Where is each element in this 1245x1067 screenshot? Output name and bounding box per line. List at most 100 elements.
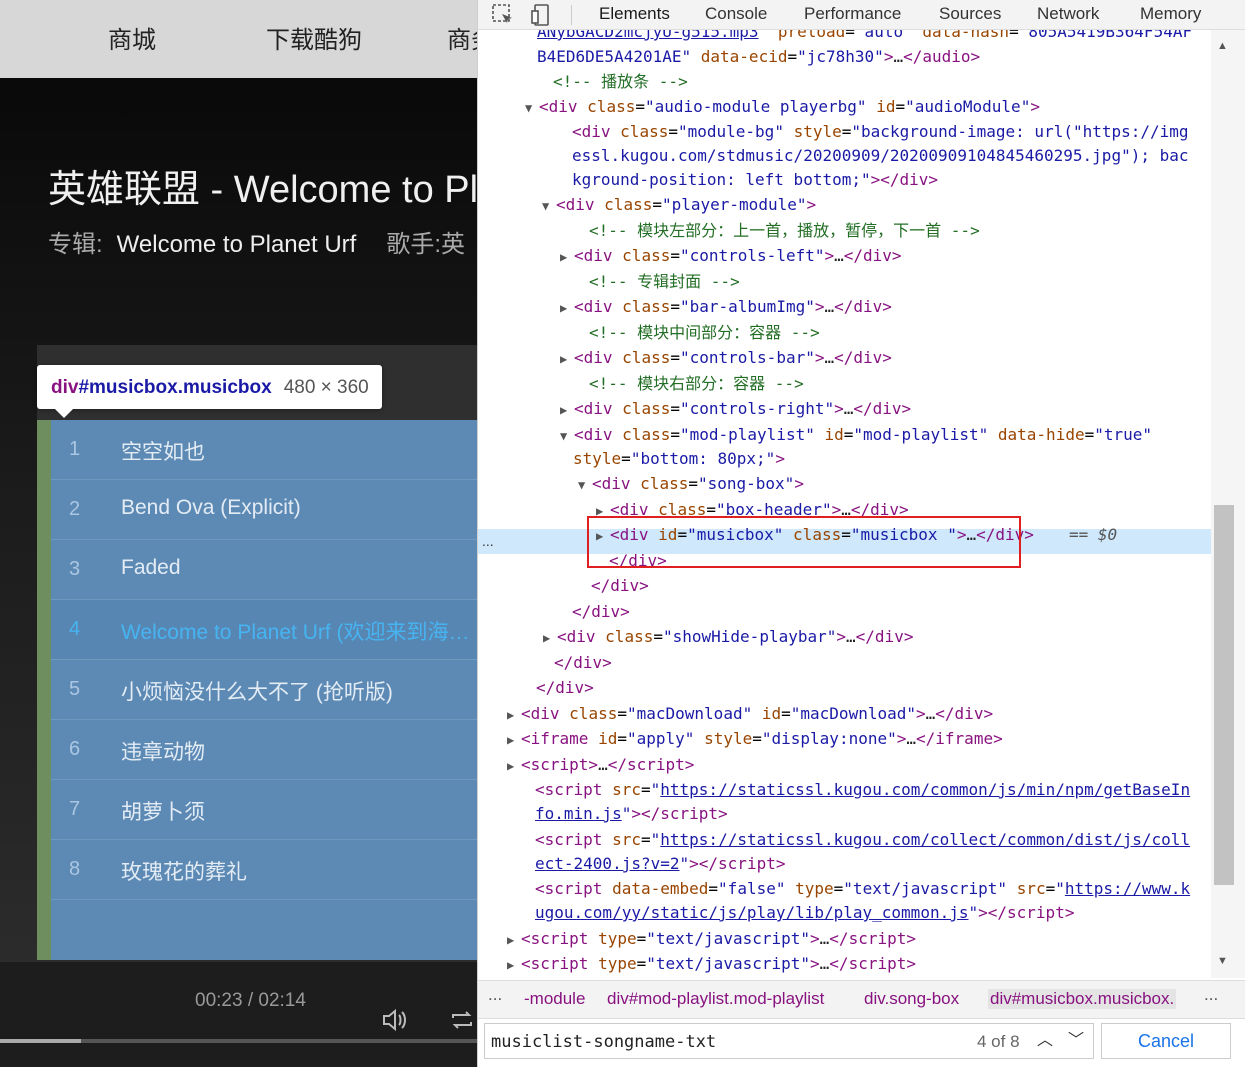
nav-item-download[interactable]: 下载酷狗	[266, 20, 362, 55]
album-value[interactable]: Welcome to Planet Urf	[117, 231, 357, 258]
playlist-row-songname[interactable]: 玫瑰花的葬礼	[121, 856, 473, 886]
volume-icon[interactable]	[380, 1006, 408, 1034]
dom-tree-scrollbar[interactable]: ▲ ▼	[1211, 30, 1245, 978]
playlist-row[interactable]: 3 Faded	[51, 540, 477, 600]
breadcrumb-item[interactable]: -module	[524, 989, 585, 1009]
playlist-row-songname[interactable]: Welcome to Planet Urf (欢迎来到海牛...	[121, 616, 473, 646]
collapse-arrow-icon[interactable]: ▼	[560, 424, 574, 449]
dom-node-line[interactable]: <!-- 模块中间部分：容器 -->	[589, 320, 820, 345]
dom-node-line[interactable]: </div>	[572, 599, 630, 624]
playlist-row-songname[interactable]: 小烦恼没什么大不了 (抢听版)	[121, 676, 473, 706]
dom-node-line[interactable]: kground-position: left bottom;"></div>	[572, 167, 938, 192]
dom-node-line[interactable]: <div class="module-bg" style="background…	[572, 119, 1189, 144]
breadcrumb-item-current[interactable]: div#musicbox.musicbox.	[988, 989, 1177, 1009]
next-match-icon[interactable]: ﹀	[1061, 1025, 1091, 1057]
playlist-row[interactable]: 4 Welcome to Planet Urf (欢迎来到海牛...	[51, 600, 477, 660]
dom-node-line-expandable[interactable]: ▼ <div class="song-box">	[578, 471, 804, 496]
breadcrumb-item[interactable]: div.song-box	[864, 989, 959, 1009]
breadcrumb-more-right[interactable]: ...	[1204, 985, 1218, 1005]
tab-sources[interactable]: Sources	[939, 4, 1001, 24]
playlist-row-songname[interactable]: 胡萝卜须	[121, 796, 473, 826]
nav-item-business[interactable]: 商务	[447, 20, 477, 55]
inspect-element-icon[interactable]	[491, 3, 515, 27]
dom-node-line[interactable]: <script src="https://staticssl.kugou.com…	[535, 827, 1190, 852]
dom-node-line[interactable]: </div>	[591, 573, 649, 598]
dom-node-line[interactable]: <script src="https://staticssl.kugou.com…	[535, 777, 1190, 802]
expand-arrow-icon[interactable]: ▶	[560, 296, 574, 321]
dom-node-line-expandable[interactable]: ▶ <div class="controls-left">…</div>	[560, 243, 902, 268]
dom-node-line-expandable[interactable]: ▶ <iframe id="apply" style="display:none"…	[507, 726, 1003, 751]
prev-match-icon[interactable]: ︿	[1030, 1025, 1060, 1057]
dom-node-line[interactable]: </div>	[536, 675, 594, 700]
dom-node-line[interactable]: <!-- 播放条 -->	[553, 69, 688, 94]
playlist-row[interactable]: 7 胡萝卜须	[51, 780, 477, 840]
playlist-row[interactable]: 1 空空如也	[51, 420, 477, 480]
dom-node-line[interactable]: fo.min.js"></script>	[535, 801, 728, 826]
find-input[interactable]	[491, 1030, 931, 1054]
expand-arrow-icon[interactable]: ▶	[507, 928, 521, 953]
playlist-row[interactable]: 5 小烦恼没什么大不了 (抢听版)	[51, 660, 477, 720]
dom-node-line-expandable[interactable]: ▶ <script type="text/javascript">…</scrip…	[507, 951, 916, 976]
scroll-up-arrow-icon[interactable]: ▲	[1217, 40, 1228, 52]
find-box: 4 of 8 ︿ ﹀	[484, 1023, 1094, 1059]
progress-bar[interactable]	[0, 1039, 477, 1043]
dom-node-line[interactable]: <script data-embed="false" type="text/ja…	[535, 876, 1190, 901]
playlist-row[interactable]: 8 玫瑰花的葬礼	[51, 840, 477, 900]
tab-network[interactable]: Network	[1037, 4, 1099, 24]
dom-node-line[interactable]: ugou.com/yy/static/js/play/lib/play_comm…	[535, 900, 1074, 925]
expand-arrow-icon[interactable]: ▶	[507, 953, 521, 978]
playlist-row-number: 4	[69, 618, 81, 640]
dom-node-line[interactable]: style="bottom: 80px;">	[573, 446, 785, 471]
tab-elements[interactable]: Elements	[599, 4, 670, 24]
tooltip-size: 480 × 360	[283, 377, 369, 398]
dom-node-line[interactable]: ANybGACD2mcjyU-g515.mp3" preload="auto" …	[537, 30, 1192, 44]
playlist-row-songname[interactable]: Bend Ova (Explicit)	[121, 496, 473, 520]
repeat-icon[interactable]	[448, 1006, 476, 1034]
expand-arrow-icon[interactable]: ▶	[560, 245, 574, 270]
playlist-row[interactable]: 2 Bend Ova (Explicit)	[51, 480, 477, 540]
dom-node-line[interactable]: </div>	[554, 650, 612, 675]
nav-item-mall[interactable]: 商城	[108, 20, 156, 55]
musicbox: 1 空空如也 2 Bend Ova (Explicit) 3 Faded 4 Welcome …	[37, 420, 477, 960]
scroll-thumb[interactable]	[1214, 505, 1234, 885]
tab-console[interactable]: Console	[705, 4, 767, 24]
dom-node-line-expandable[interactable]: ▶ <script type="text/javascript">…</scrip…	[507, 926, 916, 951]
tab-performance[interactable]: Performance	[804, 4, 901, 24]
expand-arrow-icon[interactable]: ▶	[507, 703, 521, 728]
dom-node-line-expandable[interactable]: ▶ <script>…</script>	[507, 752, 694, 777]
playlist-row-songname[interactable]: Faded	[121, 556, 473, 580]
dom-node-line-expandable[interactable]: ▶ <div class="showHide-playbar">…</div>	[543, 624, 913, 649]
breadcrumb-more-left[interactable]: ...	[488, 985, 502, 1005]
expand-arrow-icon[interactable]: ▶	[507, 754, 521, 779]
expand-arrow-icon[interactable]: ▶	[543, 626, 557, 651]
cancel-button[interactable]: Cancel	[1101, 1023, 1231, 1059]
dom-node-line-expandable[interactable]: ▶ <div class="controls-right">…</div>	[560, 396, 911, 421]
dom-node-line-expandable[interactable]: ▼ <div class="audio-module playerbg" id="…	[525, 94, 1040, 119]
collapse-arrow-icon[interactable]: ▼	[578, 473, 592, 498]
dom-node-line[interactable]: <!-- 模块右部分：容器 -->	[589, 371, 804, 396]
dom-node-line[interactable]: essl.kugou.com/stdmusic/20200909/2020090…	[572, 143, 1189, 168]
tab-memory[interactable]: Memory	[1140, 4, 1201, 24]
device-toolbar-icon[interactable]	[530, 3, 554, 27]
dom-node-line-expandable[interactable]: ▶ <div class="bar-albumImg">…</div>	[560, 294, 892, 319]
dom-node-line-expandable[interactable]: ▶ <div class="macDownload" id="macDownloa…	[507, 701, 993, 726]
dom-node-line[interactable]: B4ED6DE5A4201AE" data-ecid="jc78h30">…</…	[537, 44, 980, 69]
playlist-row[interactable]: 6 违章动物	[51, 720, 477, 780]
dom-node-line-expandable[interactable]: ▼ <div class="player-module">	[542, 192, 816, 217]
expand-arrow-icon[interactable]: ▶	[560, 398, 574, 423]
scroll-down-arrow-icon[interactable]: ▼	[1217, 955, 1228, 967]
dom-node-line[interactable]: ect-2400.js?v=2"></script>	[535, 851, 785, 876]
play-time: 00:23 / 02:14	[195, 990, 306, 1011]
dom-node-line-expandable[interactable]: ▼ <div class="mod-playlist" id="mod-playl…	[560, 422, 1152, 447]
dom-node-line[interactable]: <!-- 模块左部分：上一首，播放，暂停，下一首 -->	[589, 218, 980, 243]
expand-arrow-icon[interactable]: ▶	[560, 347, 574, 372]
playlist-row-songname[interactable]: 违章动物	[121, 736, 473, 766]
playlist-row-songname[interactable]: 空空如也	[121, 436, 473, 466]
dom-node-line-expandable[interactable]: ▶ <div class="controls-bar">…</div>	[560, 345, 892, 370]
dom-node-line[interactable]: <!-- 专辑封面 -->	[589, 269, 740, 294]
breadcrumb-item[interactable]: div#mod-playlist.mod-playlist	[607, 989, 824, 1009]
annotation-highlight-box	[587, 516, 1021, 568]
collapse-arrow-icon[interactable]: ▼	[525, 96, 539, 121]
expand-arrow-icon[interactable]: ▶	[507, 728, 521, 753]
collapse-arrow-icon[interactable]: ▼	[542, 194, 556, 219]
